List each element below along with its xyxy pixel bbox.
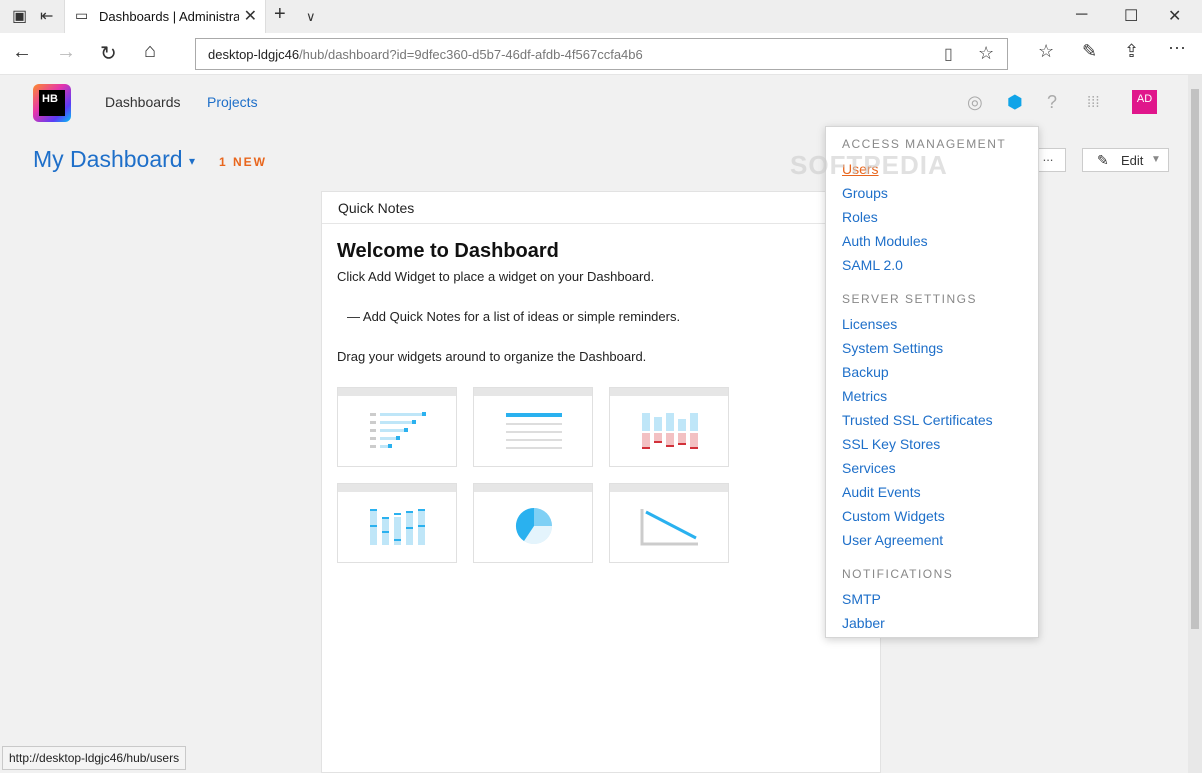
apps-grid-icon[interactable]: ⁞⁞⁞: [1087, 94, 1100, 111]
menu-section-header: ACCESS MANAGEMENT: [842, 137, 1007, 151]
help-icon[interactable]: ?: [1047, 92, 1057, 113]
widget-text: Click Add Widget to place a widget on yo…: [337, 269, 655, 284]
administration-menu: ACCESS MANAGEMENT Users Groups Roles Aut…: [825, 126, 1039, 638]
avatar[interactable]: AD: [1132, 90, 1157, 114]
menu-item-smtp[interactable]: SMTP: [842, 591, 881, 607]
sample-widget-bar-chart: [609, 387, 729, 467]
menu-item-jabber[interactable]: Jabber: [842, 615, 885, 631]
menu-item-saml[interactable]: SAML 2.0: [842, 257, 903, 273]
menu-item-services[interactable]: Services: [842, 460, 896, 476]
browser-titlebar: ▣ ⇤ ▭ Dashboards | Administra ✕ + ∨ ─ ☐ …: [0, 0, 1202, 33]
sample-widget-table: [473, 387, 593, 467]
url-text: desktop-ldgjc46/hub/dashboard?id=9dfec36…: [208, 47, 643, 62]
menu-section-header: NOTIFICATIONS: [842, 567, 954, 581]
share-icon[interactable]: ⇪: [1124, 41, 1139, 62]
more-icon[interactable]: ···: [1168, 37, 1186, 58]
back-icon[interactable]: ←: [12, 41, 32, 64]
scrollbar[interactable]: [1188, 75, 1202, 773]
menu-item-backup[interactable]: Backup: [842, 364, 889, 380]
widget-header[interactable]: Quick Notes: [322, 192, 880, 224]
star-icon[interactable]: ☆: [978, 43, 994, 64]
pen-icon[interactable]: ✎: [1082, 41, 1097, 62]
reading-view-icon[interactable]: ▯: [944, 44, 953, 64]
new-badge[interactable]: 1 NEW: [219, 155, 267, 169]
menu-item-licenses[interactable]: Licenses: [842, 316, 897, 332]
nav-projects[interactable]: Projects: [207, 94, 258, 110]
menu-item-roles[interactable]: Roles: [842, 209, 878, 225]
scrollbar-thumb[interactable]: [1191, 89, 1199, 629]
menu-item-trusted-ssl[interactable]: Trusted SSL Certificates: [842, 412, 993, 428]
maximize-icon[interactable]: ☐: [1124, 6, 1138, 26]
home-icon[interactable]: ⌂: [144, 40, 156, 63]
close-tab-icon[interactable]: ✕: [244, 6, 257, 26]
favorites-icon[interactable]: ☆: [1038, 41, 1054, 62]
gear-icon[interactable]: ⬢: [1007, 92, 1023, 113]
menu-item-user-agreement[interactable]: User Agreement: [842, 532, 943, 548]
dashboard-title[interactable]: My Dashboard ▾: [33, 146, 195, 173]
refresh-icon[interactable]: ↻: [100, 41, 117, 66]
minimize-icon[interactable]: ─: [1076, 6, 1087, 24]
search-icon[interactable]: ◎: [967, 92, 983, 113]
edit-button[interactable]: ✎ Edit ▼: [1082, 148, 1169, 172]
menu-item-ssl-key-stores[interactable]: SSL Key Stores: [842, 436, 940, 452]
menu-item-system-settings[interactable]: System Settings: [842, 340, 943, 356]
hub-logo[interactable]: HB: [33, 84, 71, 122]
set-tabs-aside-icon[interactable]: ⇤: [40, 6, 53, 26]
nav-dashboards[interactable]: Dashboards: [105, 94, 181, 110]
menu-item-metrics[interactable]: Metrics: [842, 388, 887, 404]
menu-item-custom-widgets[interactable]: Custom Widgets: [842, 508, 945, 524]
watermark: SOFTPEDIA: [790, 150, 948, 180]
pencil-icon: ✎: [1097, 152, 1109, 168]
widget-text: Drag your widgets around to organize the…: [337, 349, 647, 364]
sample-widget-pie-chart: [473, 483, 593, 563]
forward-icon[interactable]: →: [56, 41, 76, 64]
new-tab-icon[interactable]: +: [274, 3, 286, 26]
menu-item-auth-modules[interactable]: Auth Modules: [842, 233, 928, 249]
menu-section-header: SERVER SETTINGS: [842, 292, 977, 306]
caret-down-icon: ▼: [1151, 154, 1161, 165]
status-bar-url: http://desktop-ldgjc46/hub/users: [2, 746, 187, 770]
tab-title: Dashboards | Administra: [99, 9, 239, 24]
widget-title: Welcome to Dashboard: [337, 240, 559, 262]
sample-widget-list: [337, 387, 457, 467]
sample-widget-line-chart: [609, 483, 729, 563]
chevron-down-icon[interactable]: ∨: [306, 9, 316, 25]
menu-item-audit-events[interactable]: Audit Events: [842, 484, 921, 500]
close-window-icon[interactable]: ✕: [1168, 6, 1181, 26]
menu-item-groups[interactable]: Groups: [842, 185, 888, 201]
widget-text: — Add Quick Notes for a list of ideas or…: [347, 309, 681, 324]
tab-actions-icon[interactable]: ▣: [12, 6, 27, 26]
page-icon: ▭: [75, 7, 89, 23]
browser-tab[interactable]: ▭ Dashboards | Administra ✕: [64, 0, 266, 33]
sample-widget-column-chart: [337, 483, 457, 563]
chevron-down-icon[interactable]: ▾: [189, 154, 195, 168]
address-bar[interactable]: desktop-ldgjc46/hub/dashboard?id=9dfec36…: [195, 38, 1008, 70]
